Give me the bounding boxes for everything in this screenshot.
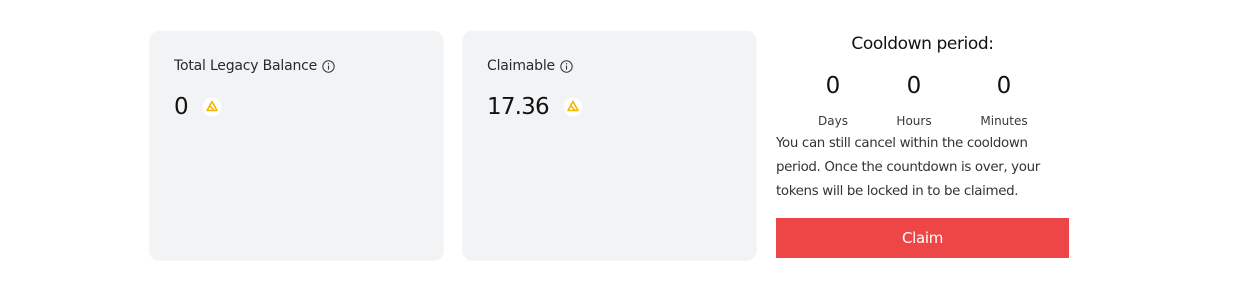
token-logo-icon [563,97,583,117]
cooldown-days-value: 0 [825,73,841,99]
cooldown-minutes-label: Minutes [980,114,1028,128]
claimable-label: Claimable [487,58,555,74]
claim-panel: Total Legacy Balance 0 Claimable 17.36 C… [0,0,1234,305]
cooldown-hours-label: Hours [896,114,932,128]
cooldown-hours: 0 Hours [884,71,944,128]
legacy-balance-label-row: Total Legacy Balance [174,58,335,74]
claimable-card: Claimable 17.36 [463,31,756,259]
cooldown-hours-value: 0 [906,73,922,99]
legacy-balance-label: Total Legacy Balance [174,58,318,74]
info-circle-icon[interactable] [560,59,573,73]
cooldown-minutes-value: 0 [996,73,1012,99]
claimable-value: 17.36 [487,94,550,120]
cooldown-title: Cooldown period: [851,34,994,54]
info-circle-icon[interactable] [322,59,335,73]
legacy-balance-value: 0 [174,94,189,120]
cooldown-days-label: Days [818,114,848,128]
claimable-label-row: Claimable [487,58,573,74]
cooldown-days: 0 Days [803,71,863,128]
legacy-balance-card: Total Legacy Balance 0 [150,31,443,259]
claimable-value-row: 17.36 [487,93,583,121]
token-logo-icon [202,97,222,117]
cooldown-note: You can still cancel within the cooldown… [776,136,1040,199]
claim-button[interactable]: Claim [776,218,1069,258]
legacy-balance-value-row: 0 [174,93,222,121]
cooldown-minutes: 0 Minutes [974,71,1034,128]
